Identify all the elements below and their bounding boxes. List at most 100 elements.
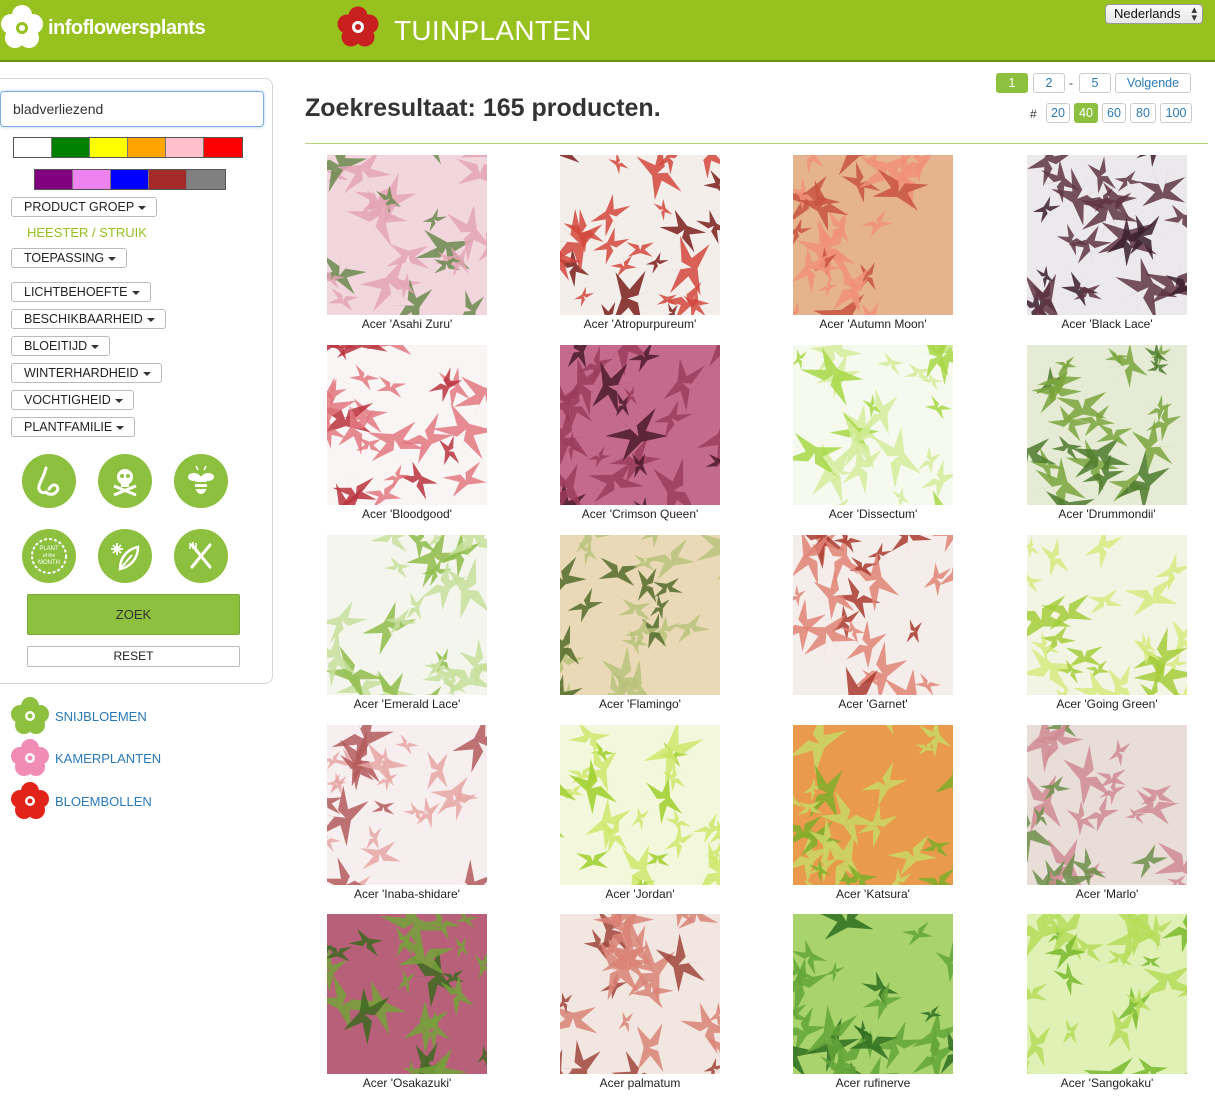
winterhardheid-dropdown[interactable]: WINTERHARDHEID — [11, 363, 162, 383]
product-name[interactable]: Acer 'Dissectum' — [793, 507, 953, 521]
poison-filter-button[interactable] — [98, 454, 152, 508]
bee-friendly-filter-button[interactable] — [174, 454, 228, 508]
product-card[interactable]: Acer 'Autumn Moon' — [793, 155, 953, 331]
product-card[interactable]: Acer 'Flamingo' — [560, 535, 720, 711]
product-photo[interactable] — [560, 345, 720, 505]
product-photo[interactable] — [560, 914, 720, 1074]
product-photo[interactable] — [560, 155, 720, 315]
product-name[interactable]: Acer palmatum — [560, 1076, 720, 1090]
product-photo[interactable] — [1027, 155, 1187, 315]
product-name[interactable]: Acer 'Autumn Moon' — [793, 317, 953, 331]
product-name[interactable]: Acer 'Asahi Zuru' — [327, 317, 487, 331]
product-card[interactable]: Acer 'Inaba-shidare' — [327, 725, 487, 901]
row1-color-swatch[interactable] — [128, 138, 166, 157]
product-photo[interactable] — [327, 345, 487, 505]
product-card[interactable]: Acer 'Asahi Zuru' — [327, 155, 487, 331]
product-card[interactable]: Acer 'Sangokaku' — [1027, 914, 1187, 1090]
row1-color-swatch[interactable] — [166, 138, 204, 157]
product-name[interactable]: Acer 'Flamingo' — [560, 697, 720, 711]
product-photo[interactable] — [327, 155, 487, 315]
per-page-20[interactable]: 20 — [1046, 103, 1070, 123]
product-name[interactable]: Acer 'Jordan' — [560, 887, 720, 901]
product-photo[interactable] — [327, 535, 487, 695]
row1-color-swatch[interactable] — [204, 138, 242, 157]
zoek-button[interactable]: ZOEK — [27, 594, 240, 635]
product-groep-dropdown[interactable]: PRODUCT GROEP — [11, 197, 158, 217]
row1-color-swatch[interactable] — [90, 138, 128, 157]
product-name[interactable]: Acer 'Osakazuki' — [327, 1076, 487, 1090]
language-select[interactable]: Nederlands ▴ ▾ — [1105, 4, 1203, 24]
per-page-80[interactable]: 80 — [1130, 103, 1156, 123]
product-card[interactable]: Acer 'Emerald Lace' — [327, 535, 487, 711]
product-name[interactable]: Acer 'Atropurpureum' — [560, 317, 720, 331]
product-name[interactable]: Acer 'Sangokaku' — [1027, 1076, 1187, 1090]
site-logo[interactable]: infoflowersplants — [0, 4, 206, 52]
product-photo[interactable] — [1027, 535, 1187, 695]
row2-color-swatch[interactable] — [111, 170, 149, 189]
product-card[interactable]: Acer 'Black Lace' — [1027, 155, 1187, 331]
product-card[interactable]: Acer palmatum — [560, 914, 720, 1090]
product-photo[interactable] — [793, 155, 953, 315]
product-card[interactable]: Acer 'Bloodgood' — [327, 345, 487, 521]
product-name[interactable]: Acer rufinerve — [793, 1076, 953, 1090]
beschikbaarheid-dropdown[interactable]: BESCHIKBAARHEID — [11, 309, 166, 329]
product-card[interactable]: Acer 'Osakazuki' — [327, 914, 487, 1090]
product-name[interactable]: Acer 'Bloodgood' — [327, 507, 487, 521]
product-card[interactable]: Acer 'Garnet' — [793, 535, 953, 711]
product-name[interactable]: Acer 'Inaba-shidare' — [327, 887, 487, 901]
plantfamilie-dropdown[interactable]: PLANTFAMILIE — [11, 417, 136, 437]
product-photo[interactable] — [1027, 725, 1187, 885]
selected-product-groep[interactable]: HEESTER / STRUIK — [27, 225, 147, 240]
row2-color-swatch[interactable] — [149, 170, 187, 189]
row1-color-swatch[interactable] — [14, 138, 52, 157]
product-name[interactable]: Acer 'Going Green' — [1027, 697, 1187, 711]
edible-filter-button[interactable] — [174, 529, 228, 583]
product-name[interactable]: Acer 'Black Lace' — [1027, 317, 1187, 331]
per-page-60[interactable]: 60 — [1102, 103, 1126, 123]
reset-button[interactable]: RESET — [27, 646, 240, 667]
product-photo[interactable] — [793, 914, 953, 1074]
product-card[interactable]: Acer 'Crimson Queen' — [560, 345, 720, 521]
row1-color-swatch[interactable] — [52, 138, 90, 157]
product-name[interactable]: Acer 'Garnet' — [793, 697, 953, 711]
product-photo[interactable] — [1027, 345, 1187, 505]
product-name[interactable]: Acer 'Drummondii' — [1027, 507, 1187, 521]
product-card[interactable]: Acer 'Drummondii' — [1027, 345, 1187, 521]
row2-color-swatch[interactable] — [35, 170, 73, 189]
product-photo[interactable] — [327, 914, 487, 1074]
row2-color-swatch[interactable] — [73, 170, 111, 189]
toepassing-dropdown[interactable]: TOEPASSING — [11, 248, 128, 268]
per-page-100[interactable]: 100 — [1160, 103, 1192, 123]
plant-of-the-month-button[interactable]: PLANT of the MONTH — [22, 529, 76, 583]
product-photo[interactable] — [793, 725, 953, 885]
product-name[interactable]: Acer 'Katsura' — [793, 887, 953, 901]
page-button-2[interactable]: 2 — [1033, 73, 1065, 93]
product-photo[interactable] — [793, 535, 953, 695]
product-card[interactable]: Acer rufinerve — [793, 914, 953, 1090]
next-page-button[interactable]: Volgende — [1115, 73, 1191, 93]
scent-filter-button[interactable] — [22, 454, 76, 508]
product-photo[interactable] — [1027, 914, 1187, 1074]
vochtigheid-dropdown[interactable]: VOCHTIGHEID — [11, 390, 134, 410]
product-name[interactable]: Acer 'Emerald Lace' — [327, 697, 487, 711]
product-card[interactable]: Acer 'Atropurpureum' — [560, 155, 720, 331]
frost-hardy-filter-button[interactable] — [98, 529, 152, 583]
per-page-40[interactable]: 40 — [1074, 103, 1098, 123]
category-link-bloembollen[interactable]: BLOEMBOLLEN — [9, 782, 152, 820]
product-photo[interactable] — [560, 725, 720, 885]
row2-color-swatch[interactable] — [187, 170, 225, 189]
product-photo[interactable] — [793, 345, 953, 505]
category-link-kamerplanten[interactable]: KAMERPLANTEN — [9, 739, 161, 777]
search-input[interactable] — [0, 91, 264, 127]
product-name[interactable]: Acer 'Crimson Queen' — [560, 507, 720, 521]
bloeitijd-dropdown[interactable]: BLOEITIJD — [11, 336, 111, 356]
product-card[interactable]: Acer 'Going Green' — [1027, 535, 1187, 711]
product-photo[interactable] — [327, 725, 487, 885]
product-card[interactable]: Acer 'Jordan' — [560, 725, 720, 901]
product-card[interactable]: Acer 'Marlo' — [1027, 725, 1187, 901]
category-link-snijbloemen[interactable]: SNIJBLOEMEN — [9, 697, 147, 735]
lichtbehoefte-dropdown[interactable]: LICHTBEHOEFTE — [11, 282, 151, 302]
product-card[interactable]: Acer 'Dissectum' — [793, 345, 953, 521]
page-button-current[interactable]: 1 — [996, 73, 1028, 93]
page-button-last[interactable]: 5 — [1079, 73, 1111, 93]
